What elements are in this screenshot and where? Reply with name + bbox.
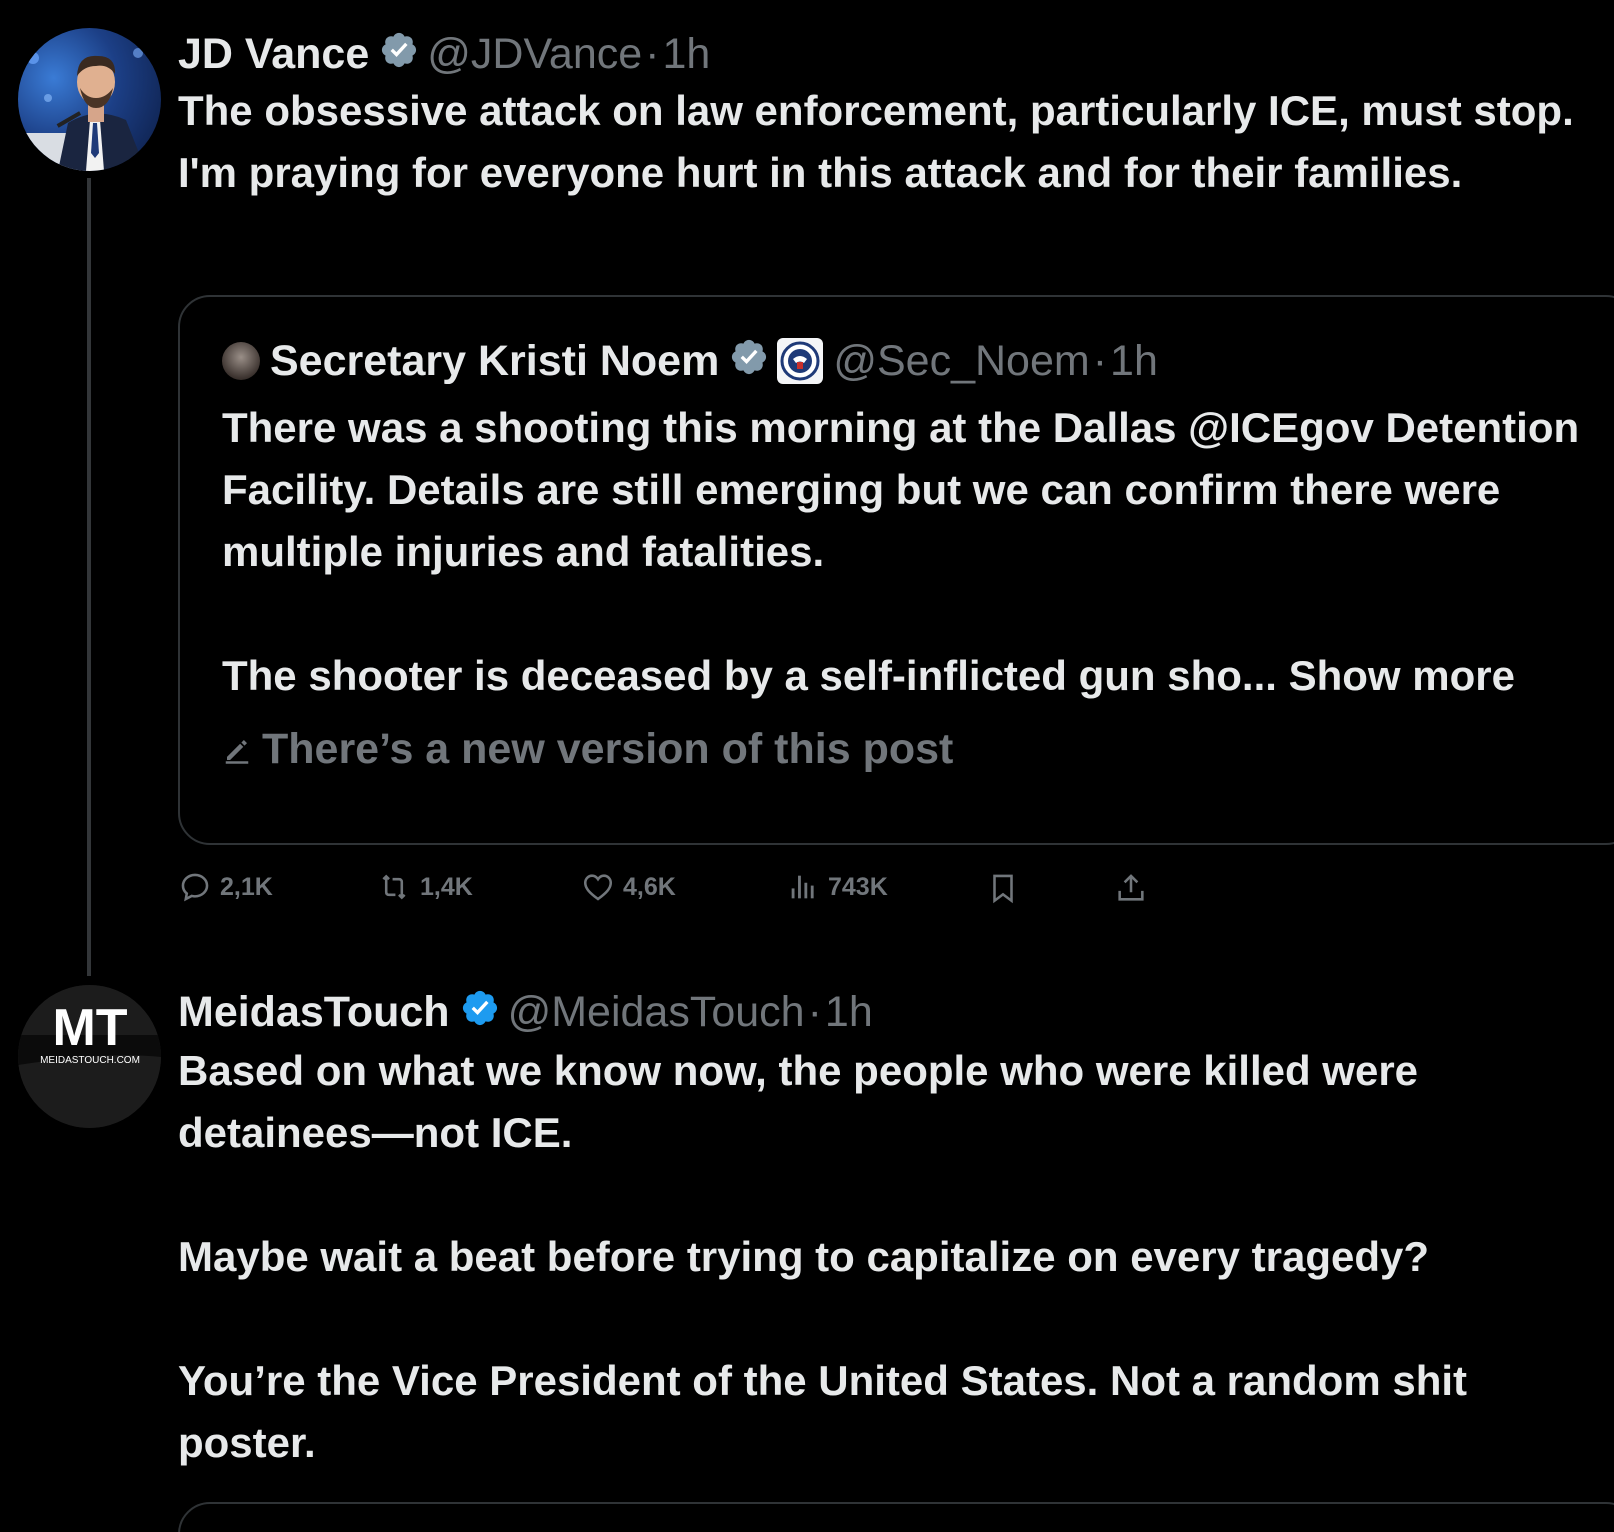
repost-icon [382, 874, 406, 900]
reply-button[interactable]: 2,1K [178, 870, 273, 904]
quote-header: Secretary Kristi Noem @Sec_Noem · 1h [222, 337, 1158, 385]
meidastouch-avatar[interactable]: MT MEIDASTOUCH.COM [18, 985, 161, 1128]
verified-gray-badge-icon [379, 30, 419, 78]
post1-header: JD Vance @JDVance · 1h [178, 30, 710, 78]
noem-avatar [222, 342, 260, 380]
like-count: 4,6K [623, 872, 676, 901]
like-button[interactable]: 4,6K [581, 870, 676, 904]
post1-text: The obsessive attack on law enforcement,… [178, 87, 1586, 196]
jdvance-avatar[interactable] [18, 28, 161, 171]
pencil-icon [225, 739, 249, 764]
avatar-photo-icon [18, 48, 146, 171]
verified-gray-badge-icon [729, 337, 769, 385]
post2-header: MeidasTouch @MeidasTouch · 1h [178, 988, 873, 1036]
author-name[interactable]: JD Vance [178, 32, 369, 76]
author-name[interactable]: MeidasTouch [178, 990, 450, 1034]
post2-quoted-card-partial[interactable] [178, 1502, 1614, 1532]
heart-icon [583, 874, 613, 901]
edited-post-notice[interactable]: There’s a new version of this post [222, 725, 953, 774]
reply-icon [181, 873, 209, 902]
quote-author-name: Secretary Kristi Noem [270, 336, 720, 385]
separator-dot: · [645, 29, 660, 78]
verified-blue-badge-icon [460, 988, 500, 1036]
post1-action-bar: 2,1K 1,4K 4,6K 743K [178, 870, 1178, 914]
meidastouch-logo-icon: MT MEIDASTOUCH.COM [18, 985, 161, 1128]
dhs-seal-icon [777, 338, 824, 384]
post-time[interactable]: 1h [825, 990, 873, 1034]
quoted-post-card[interactable]: Secretary Kristi Noem @Sec_Noem · 1h The… [178, 295, 1614, 845]
thread-connector-line [87, 178, 91, 976]
post2-text: Based on what we know now, the people wh… [178, 1047, 1468, 1466]
mt-logo-subtext: MEIDASTOUCH.COM [40, 1055, 140, 1066]
author-handle[interactable]: @JDVance [427, 32, 642, 76]
views-button[interactable]: 743K [786, 870, 888, 904]
share-icon [1118, 874, 1144, 901]
views-chart-icon [791, 875, 814, 899]
quote-author-handle: @Sec_Noem [833, 336, 1090, 385]
show-more-link[interactable]: Show more [1289, 652, 1515, 699]
post-time[interactable]: 1h [663, 32, 711, 76]
repost-button[interactable]: 1,4K [376, 870, 473, 904]
views-count: 743K [828, 872, 888, 901]
share-button[interactable] [1114, 870, 1156, 906]
edited-post-text: There’s a new version of this post [262, 725, 954, 773]
separator-dot: · [1092, 336, 1108, 385]
bookmark-button[interactable] [986, 870, 1028, 906]
quote-post-time: 1h [1110, 336, 1158, 385]
mt-logo-letters: MT [52, 999, 127, 1057]
author-handle[interactable]: @MeidasTouch [508, 990, 805, 1034]
reply-count: 2,1K [220, 872, 273, 901]
repost-count: 1,4K [420, 872, 473, 901]
bookmark-icon [993, 874, 1013, 904]
quote-text: There was a shooting this morning at the… [222, 397, 1612, 707]
separator-dot: · [807, 987, 822, 1036]
